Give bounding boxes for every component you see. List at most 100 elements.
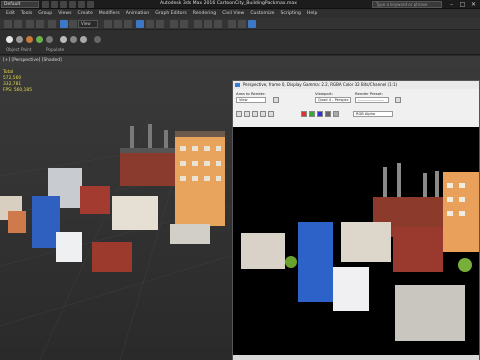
viewport-label[interactable]: [+] [Perspective] [Shaded]	[3, 58, 62, 63]
render-frame-icon[interactable]	[238, 20, 246, 28]
minimize-icon[interactable]: –	[446, 0, 457, 9]
lock-icon[interactable]	[273, 97, 279, 103]
render-preset-label: Render Preset:	[355, 91, 383, 96]
menu-modifiers[interactable]: Modifiers	[99, 11, 120, 16]
clear-icon[interactable]	[268, 111, 274, 117]
ribbon-simulate-icon[interactable]	[94, 36, 101, 43]
channel-dropdown[interactable]: RGB Alpha	[353, 111, 393, 117]
undo-icon[interactable]	[4, 20, 12, 28]
menu-bar: Edit Tools Group Views Create Modifiers …	[0, 9, 480, 18]
select-icon[interactable]	[60, 20, 68, 28]
filter-icon[interactable]	[48, 20, 56, 28]
ribbon-brush-icon[interactable]	[26, 36, 33, 43]
render-setup-icon[interactable]	[395, 97, 401, 103]
menu-edit[interactable]: Edit	[6, 11, 15, 16]
rendered-tree	[458, 258, 472, 272]
apartment-model	[175, 131, 225, 226]
menu-views[interactable]: Views	[58, 11, 71, 16]
menu-create[interactable]: Create	[78, 11, 93, 16]
rotate-icon[interactable]	[114, 20, 122, 28]
print-icon[interactable]	[260, 111, 266, 117]
ribbon-paint-icon[interactable]	[16, 36, 23, 43]
angle-snap-icon[interactable]	[146, 20, 154, 28]
mirror-icon[interactable]	[170, 20, 178, 28]
menu-help[interactable]: Help	[307, 11, 317, 16]
curve-editor-icon[interactable]	[204, 20, 212, 28]
viewport-stats: Total 572,560 332,781 FPS: 560,185	[3, 70, 32, 94]
render-window-panel: Area to Render: View Viewport: Quad 4 - …	[233, 89, 479, 127]
menu-rendering[interactable]: Rendering	[193, 11, 216, 16]
close-icon[interactable]: ✕	[468, 0, 479, 9]
undo-icon[interactable]	[69, 1, 76, 8]
rendered-house-left	[241, 233, 285, 269]
menu-civil-view[interactable]: Civil View	[222, 11, 244, 16]
render-preset-dropdown[interactable]: --------------------	[355, 97, 389, 103]
viewport-label: Viewport:	[315, 91, 334, 96]
ribbon: Object Paint Populate	[0, 30, 480, 55]
ribbon-flow-icon[interactable]	[70, 36, 77, 43]
viewport-dropdown[interactable]: Quad 4 - Perspec	[315, 97, 351, 103]
red-channel-icon[interactable]	[301, 111, 307, 117]
ribbon-label-object-paint[interactable]: Object Paint	[6, 47, 31, 52]
save-image-icon[interactable]	[236, 111, 242, 117]
menu-group[interactable]: Group	[38, 11, 52, 16]
snap-icon[interactable]	[136, 20, 144, 28]
menu-scripting[interactable]: Scripting	[280, 11, 300, 16]
rendered-blue-tower	[298, 222, 333, 302]
menu-graph-editors[interactable]: Graph Editors	[155, 11, 187, 16]
gas-station-model	[170, 224, 210, 244]
link-icon[interactable]	[26, 20, 34, 28]
clone-icon[interactable]	[252, 111, 258, 117]
copy-image-icon[interactable]	[244, 111, 250, 117]
rendered-image	[233, 127, 479, 355]
redo-icon[interactable]	[14, 20, 22, 28]
select-by-name-icon[interactable]	[69, 20, 77, 28]
unlink-icon[interactable]	[36, 20, 44, 28]
rendered-red-building	[393, 227, 443, 272]
ribbon-idle-icon[interactable]	[80, 36, 87, 43]
new-icon[interactable]	[42, 1, 49, 8]
open-icon[interactable]	[51, 1, 58, 8]
white-house-model	[56, 232, 82, 262]
quick-access-toolbar	[42, 1, 94, 8]
maximize-icon[interactable]: □	[457, 0, 468, 9]
rendered-brick-building	[395, 285, 465, 341]
factory-model	[120, 124, 175, 186]
ribbon-label-populate[interactable]: Populate	[46, 47, 64, 52]
area-to-render-dropdown[interactable]: View	[236, 97, 266, 103]
material-editor-icon[interactable]	[214, 20, 222, 28]
workspace-dropdown[interactable]: Default	[1, 1, 39, 8]
teapot-icon[interactable]	[248, 20, 256, 28]
render-window-title: Perspective, frame 0, Display Gamma: 2.2…	[233, 81, 479, 89]
align-icon[interactable]	[180, 20, 188, 28]
blue-channel-icon[interactable]	[317, 111, 323, 117]
move-icon[interactable]	[104, 20, 112, 28]
render-window-icon	[235, 83, 240, 87]
rendered-apartment	[443, 172, 479, 252]
rendered-tree	[285, 256, 297, 268]
layer-icon[interactable]	[194, 20, 202, 28]
ribbon-sphere-icon[interactable]	[6, 36, 13, 43]
percent-snap-icon[interactable]	[156, 20, 164, 28]
search-input[interactable]: Type a keyword or phrase	[372, 1, 442, 8]
menu-animation[interactable]: Animation	[126, 11, 149, 16]
render-setup-icon[interactable]	[228, 20, 236, 28]
ribbon-populate-icon[interactable]	[60, 36, 67, 43]
app-title: Autodesk 3ds Max 2016 CartoonCity_Buildi…	[160, 1, 297, 6]
ribbon-settings-icon[interactable]	[46, 36, 53, 43]
scale-icon[interactable]	[124, 20, 132, 28]
rendered-white-house	[333, 267, 369, 311]
reference-coord-dropdown[interactable]: View	[78, 20, 98, 28]
ribbon-fill-icon[interactable]	[36, 36, 43, 43]
project-icon[interactable]	[87, 1, 94, 8]
render-window-statusbar	[233, 355, 479, 360]
alpha-channel-icon[interactable]	[325, 111, 331, 117]
red-house-model	[80, 186, 110, 214]
menu-tools[interactable]: Tools	[21, 11, 32, 16]
green-channel-icon[interactable]	[309, 111, 315, 117]
mono-icon[interactable]	[333, 111, 339, 117]
townhall-model	[112, 196, 158, 230]
save-icon[interactable]	[60, 1, 67, 8]
menu-customize[interactable]: Customize	[250, 11, 274, 16]
redo-icon[interactable]	[78, 1, 85, 8]
